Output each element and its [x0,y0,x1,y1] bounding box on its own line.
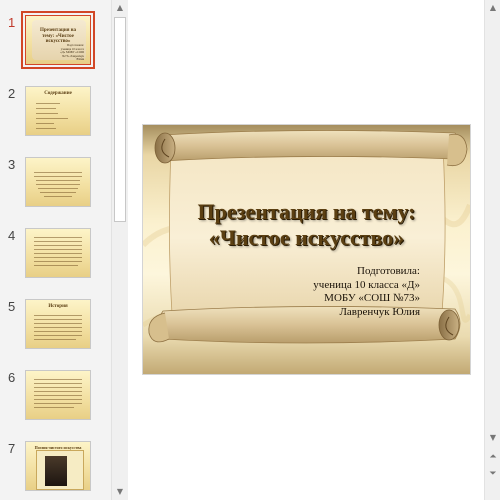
slide-number-6: 6 [8,370,16,385]
slide-number-7: 7 [8,441,16,456]
slide-thumbnail-5[interactable]: История [25,299,91,349]
thumbnail-scrollbar[interactable]: ▲ ▼ [111,0,128,500]
slide-thumbnail-3[interactable] [25,157,91,207]
author-text-box[interactable]: Подготовила: ученица 10 класса «Д» МОБУ … [313,265,420,319]
author-line: МОБУ «СОШ №73» [324,292,420,304]
slide-thumbnail-2[interactable]: Содержание [25,86,91,136]
author-line: Лавренчук Юлия [339,305,420,318]
scroll-up-icon[interactable]: ▲ [485,0,500,16]
slide-number-2: 2 [8,86,16,101]
slide-thumbnail-pane[interactable]: 1 Презентация на тему: «Чистое искусство… [0,0,128,500]
current-slide[interactable]: Презентация на тему: «Чистое искусство» … [143,125,470,374]
scroll-down-icon[interactable]: ▼ [112,484,128,500]
title-line: Презентация на тему: [197,199,416,224]
slide-number-5: 5 [8,299,16,314]
slide-editing-canvas[interactable]: Презентация на тему: «Чистое искусство» … [128,0,484,500]
author-line: ученица 10 класса «Д» [313,278,420,291]
previous-slide-icon[interactable]: ⏶ [485,450,500,466]
slide-number-4: 4 [8,228,16,243]
slide-thumbnail-6[interactable] [25,370,91,420]
slide-number-1: 1 [8,15,16,30]
slide-thumbnail-7[interactable]: Поэзия чистого искусства [25,441,91,491]
title-line: «Чистое искусство» [208,225,405,250]
slide-number-3: 3 [8,157,16,172]
slide-thumbnail-4[interactable] [25,228,91,278]
portrait-image [45,456,67,486]
scroll-down-icon[interactable]: ▼ [485,430,500,446]
slide-thumbnail-1[interactable]: Презентация на тему: «Чистое искусство» … [21,11,95,69]
next-slide-icon[interactable]: ⏷ [485,467,500,483]
scroll-up-icon[interactable]: ▲ [112,0,128,16]
author-line: Подготовила: [357,265,420,277]
slide-title[interactable]: Презентация на тему: «Чистое искусство» [163,199,450,251]
thumbnail-author: Подготовила: ученица 10 класса «Д» МОБУ … [60,43,84,61]
scrollbar-thumb[interactable] [114,17,126,222]
thumbnail-heading: История [48,304,68,309]
thumbnail-heading: Содержание [44,91,72,96]
canvas-scrollbar[interactable]: ▲ ▼ ⏶ ⏷ [484,0,500,500]
